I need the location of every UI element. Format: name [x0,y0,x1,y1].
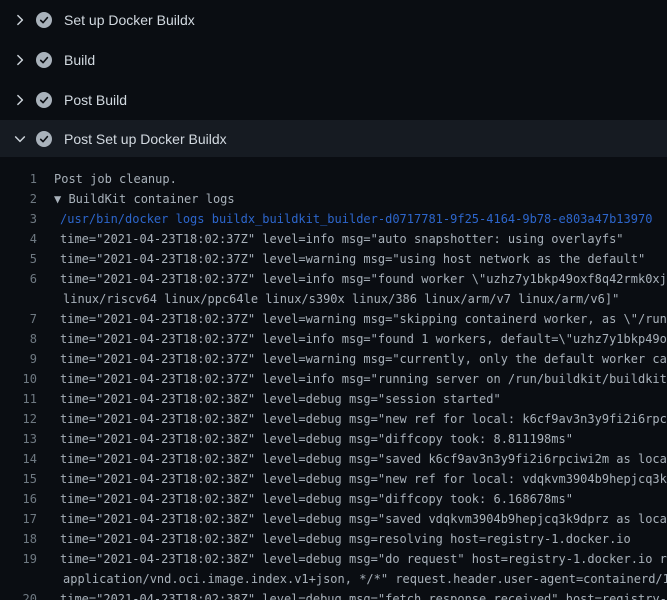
line-number[interactable]: 17 [0,509,37,529]
log-text: time="2021-04-23T18:02:38Z" level=debug … [37,529,631,549]
line-number[interactable]: 11 [0,389,37,409]
log-text: time="2021-04-23T18:02:38Z" level=debug … [37,449,667,469]
log-text: Post job cleanup. [37,169,177,189]
check-circle-icon [36,92,52,108]
log-line-11: 11time="2021-04-23T18:02:38Z" level=debu… [0,389,667,409]
step-label: Post Build [64,92,127,108]
line-number[interactable]: 6 [0,269,37,289]
line-number[interactable]: 16 [0,489,37,509]
step-row-build[interactable]: Build [0,40,667,80]
log-group-toggle[interactable]: ▼ BuildKit container logs [37,189,235,209]
line-number[interactable]: 10 [0,369,37,389]
log-line-10: 10time="2021-04-23T18:02:37Z" level=info… [0,369,667,389]
log-text: time="2021-04-23T18:02:38Z" level=debug … [37,389,501,409]
line-number[interactable]: 14 [0,449,37,469]
step-row-post-build[interactable]: Post Build [0,80,667,120]
line-number-empty [0,569,37,589]
line-number[interactable]: 19 [0,549,37,569]
line-number[interactable]: 12 [0,409,37,429]
log-line-8: 8time="2021-04-23T18:02:37Z" level=info … [0,329,667,349]
log-line-4: 4time="2021-04-23T18:02:37Z" level=info … [0,229,667,249]
log-text: time="2021-04-23T18:02:37Z" level=info m… [37,229,624,249]
log-line-7: 7time="2021-04-23T18:02:37Z" level=warni… [0,309,667,329]
log-text: time="2021-04-23T18:02:38Z" level=debug … [37,469,667,489]
log-line-13: 13time="2021-04-23T18:02:38Z" level=debu… [0,429,667,449]
log-line-14: 14time="2021-04-23T18:02:38Z" level=debu… [0,449,667,469]
log-text: time="2021-04-23T18:02:37Z" level=warnin… [37,249,645,269]
line-number[interactable]: 7 [0,309,37,329]
log-line-12: 12time="2021-04-23T18:02:38Z" level=debu… [0,409,667,429]
log-text: time="2021-04-23T18:02:38Z" level=debug … [37,549,667,569]
log-line-6: 6time="2021-04-23T18:02:37Z" level=info … [0,269,667,289]
log-line-5: 5time="2021-04-23T18:02:37Z" level=warni… [0,249,667,269]
chevron-right-icon[interactable] [12,52,28,68]
chevron-down-icon[interactable] [12,131,28,147]
log-line-16: 16time="2021-04-23T18:02:38Z" level=debu… [0,489,667,509]
log-text: time="2021-04-23T18:02:38Z" level=debug … [37,429,573,449]
line-number[interactable]: 18 [0,529,37,549]
log-line-20: 20time="2021-04-23T18:02:38Z" level=debu… [0,589,667,600]
line-number-empty [0,289,37,309]
actions-log-viewer: Set up Docker Buildx Build Post Build Post … [0,0,667,600]
check-circle-icon [36,52,52,68]
log-text: linux/riscv64 linux/ppc64le linux/s390x … [37,289,619,309]
step-label: Set up Docker Buildx [64,12,195,28]
line-number[interactable]: 4 [0,229,37,249]
log-text: time="2021-04-23T18:02:37Z" level=warnin… [37,349,667,369]
chevron-right-icon[interactable] [12,92,28,108]
step-row-post-set-up-docker-buildx[interactable]: Post Set up Docker Buildx [0,120,667,157]
line-number[interactable]: 8 [0,329,37,349]
log-line-15: 15time="2021-04-23T18:02:38Z" level=debu… [0,469,667,489]
log-line-18: 18time="2021-04-23T18:02:38Z" level=debu… [0,529,667,549]
check-circle-icon [36,12,52,28]
line-number[interactable]: 2 [0,189,37,209]
step-row-set-up-docker-buildx[interactable]: Set up Docker Buildx [0,0,667,40]
log-line-6-wrap: linux/riscv64 linux/ppc64le linux/s390x … [0,289,667,309]
line-number[interactable]: 9 [0,349,37,369]
line-number[interactable]: 15 [0,469,37,489]
log-text: time="2021-04-23T18:02:38Z" level=debug … [37,409,667,429]
log-text: time="2021-04-23T18:02:38Z" level=debug … [37,489,573,509]
log-line-9: 9time="2021-04-23T18:02:37Z" level=warni… [0,349,667,369]
log-line-17: 17time="2021-04-23T18:02:38Z" level=debu… [0,509,667,529]
line-number[interactable]: 1 [0,169,37,189]
check-circle-icon [36,131,52,147]
log-line-3: 3/usr/bin/docker logs buildx_buildkit_bu… [0,209,667,229]
log-text: time="2021-04-23T18:02:38Z" level=debug … [37,589,667,600]
log-text: time="2021-04-23T18:02:37Z" level=info m… [37,329,667,349]
log-text: time="2021-04-23T18:02:37Z" level=warnin… [37,309,667,329]
line-number[interactable]: 3 [0,209,37,229]
log-text: time="2021-04-23T18:02:38Z" level=debug … [37,509,667,529]
log-text: time="2021-04-23T18:02:37Z" level=info m… [37,369,667,389]
log-command-text: /usr/bin/docker logs buildx_buildkit_bui… [37,209,652,229]
log-line-1: 1Post job cleanup. [0,169,667,189]
line-number[interactable]: 13 [0,429,37,449]
step-label: Post Set up Docker Buildx [64,131,227,147]
step-label: Build [64,52,95,68]
steps-list: Set up Docker Buildx Build Post Build Post … [0,0,667,157]
log-line-19-wrap: application/vnd.oci.image.index.v1+json,… [0,569,667,589]
log-line-19: 19time="2021-04-23T18:02:38Z" level=debu… [0,549,667,569]
log-text: time="2021-04-23T18:02:37Z" level=info m… [37,269,667,289]
log-text: application/vnd.oci.image.index.v1+json,… [37,569,667,589]
log-lines-container: 1Post job cleanup.2▼ BuildKit container … [0,157,667,600]
line-number[interactable]: 5 [0,249,37,269]
line-number[interactable]: 20 [0,589,37,600]
chevron-right-icon[interactable] [12,12,28,28]
log-line-2: 2▼ BuildKit container logs [0,189,667,209]
